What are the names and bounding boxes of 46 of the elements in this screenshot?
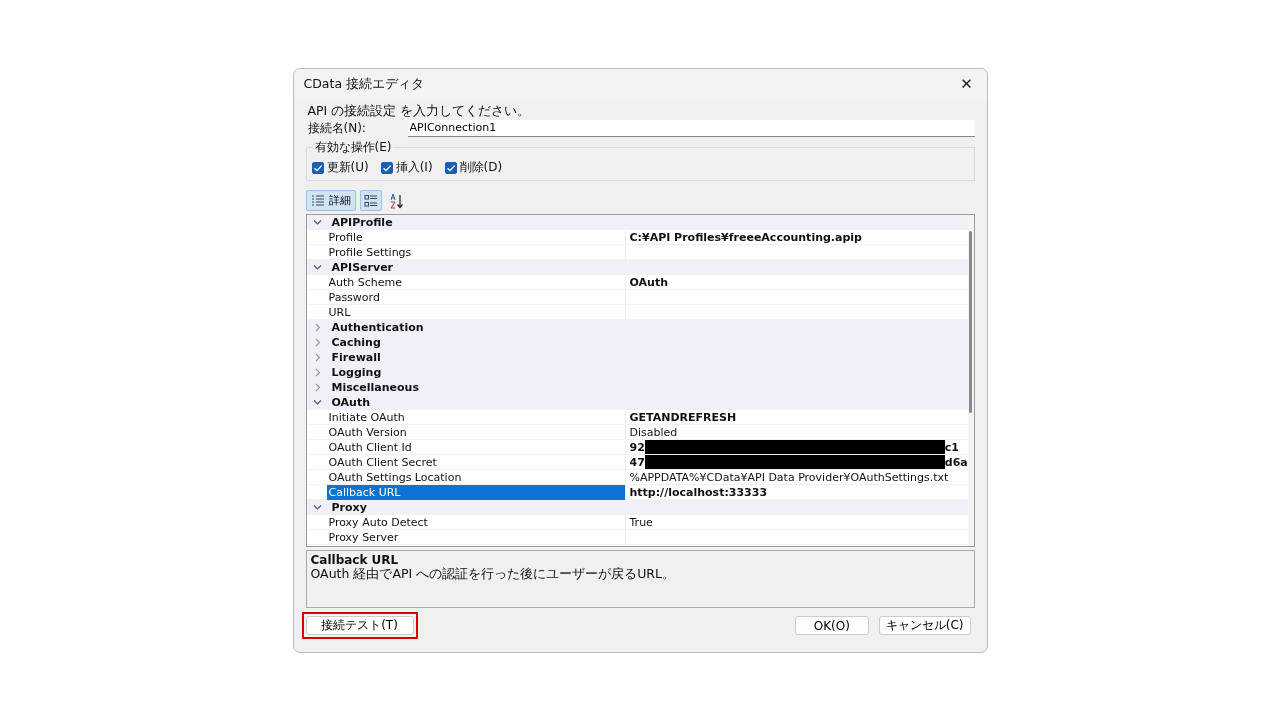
chevron-down-icon[interactable] bbox=[312, 217, 322, 227]
property-row[interactable]: Callback URL http://localhost:33333 bbox=[306, 485, 968, 500]
list-icon bbox=[310, 194, 325, 207]
property-row[interactable]: URL bbox=[306, 305, 968, 320]
operation-checkbox[interactable]: 削除(D) bbox=[444, 159, 503, 176]
property-row[interactable]: Proxy Server bbox=[306, 530, 968, 545]
category-row[interactable]: APIProfile bbox=[306, 215, 968, 230]
property-row[interactable]: OAuth Client Id 92 c1 bbox=[306, 440, 968, 455]
category-row[interactable]: OAuth bbox=[306, 395, 968, 410]
property-row[interactable]: Auth Scheme OAuth bbox=[306, 275, 968, 290]
description-text: OAuth 経由でAPI への認証を行った後にユーザーが戻るURL。 bbox=[310, 567, 676, 581]
property-row[interactable]: Proxy Auto Detect True bbox=[306, 515, 968, 530]
property-row[interactable]: Password bbox=[306, 290, 968, 305]
operation-checkbox[interactable]: 挿入(I) bbox=[380, 159, 433, 176]
connection-name-label: 接続名(N): bbox=[306, 119, 367, 137]
property-row[interactable]: OAuth Client Secret 47 d6a bbox=[306, 455, 968, 470]
ok-button[interactable]: OK(O) bbox=[794, 616, 869, 635]
cancel-button[interactable]: キャンセル(C) bbox=[878, 616, 971, 635]
description-title: Callback URL bbox=[310, 553, 400, 567]
property-row[interactable]: OAuth Version Disabled bbox=[306, 425, 968, 440]
sort-az-icon bbox=[388, 192, 405, 209]
operation-checkbox[interactable]: 更新(U) bbox=[311, 159, 369, 176]
category-row[interactable]: Firewall bbox=[306, 350, 968, 365]
property-row[interactable]: OAuth Settings Location %APPDATA%¥CData¥API Data Provider¥OAuthSettings.txt bbox=[306, 470, 968, 485]
categorized-list-icon bbox=[363, 193, 378, 208]
chevron-down-icon[interactable] bbox=[312, 502, 322, 512]
close-button[interactable]: ✕ bbox=[946, 70, 987, 98]
group-legend: 有効な操作(E) bbox=[312, 140, 394, 154]
chevron-down-icon[interactable] bbox=[312, 262, 322, 272]
connection-name-field[interactable]: APIConnection1 bbox=[407, 119, 975, 137]
window-title: CData 接続エディタ bbox=[303, 75, 425, 93]
category-row[interactable]: Proxy bbox=[306, 500, 968, 515]
property-row[interactable]: Profile C:¥API Profiles¥freeeAccounting.apip bbox=[306, 230, 968, 245]
category-row[interactable]: Caching bbox=[306, 335, 968, 350]
categorized-view-button[interactable] bbox=[359, 190, 382, 211]
property-row[interactable]: Profile Settings bbox=[306, 245, 968, 260]
category-row[interactable]: APIServer bbox=[306, 260, 968, 275]
instruction-text: API の接続設定 を入力してください。 bbox=[306, 103, 532, 118]
category-row[interactable]: Authentication bbox=[306, 320, 968, 335]
property-row[interactable]: Initiate OAuth GETANDREFRESH bbox=[306, 410, 968, 425]
chevron-down-icon[interactable] bbox=[312, 397, 322, 407]
category-row[interactable]: Miscellaneous bbox=[306, 380, 968, 395]
category-row[interactable]: Logging bbox=[306, 365, 968, 380]
test-connection-button[interactable]: 接続テスト(T) bbox=[305, 616, 414, 635]
details-view-button[interactable]: 詳細 bbox=[305, 190, 356, 211]
scrollbar-thumb[interactable] bbox=[969, 231, 973, 413]
